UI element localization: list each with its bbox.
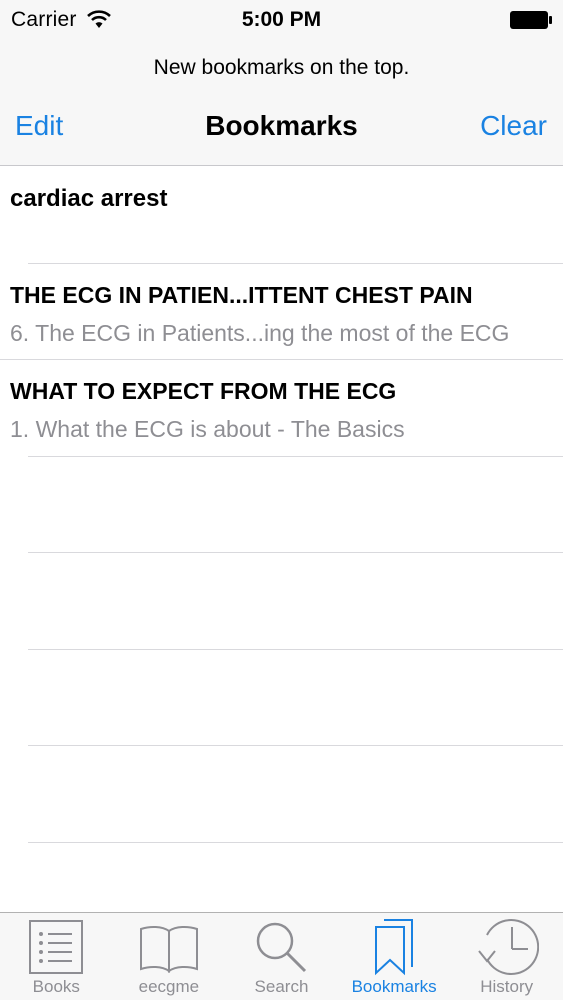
- battery-icon: [509, 10, 553, 30]
- book-icon: [139, 925, 198, 973]
- tab-search[interactable]: Search: [225, 913, 338, 1000]
- tab-bar: Books eecgme Search Bookmarks History: [0, 912, 563, 1000]
- status-time: 5:00 PM: [241, 8, 322, 31]
- bookmark-title: WHAT TO EXPECT FROM THE ECG: [10, 378, 397, 404]
- bookmark-row[interactable]: cardiac arrest: [0, 167, 563, 264]
- bookmarks-list: cardiac arrest THE ECG IN PATIEN...ITTEN…: [0, 167, 563, 912]
- bookmark-title: THE ECG IN PATIEN...ITTENT CHEST PAIN: [10, 281, 473, 308]
- tab-history[interactable]: History: [450, 913, 563, 1000]
- tab-eecgme[interactable]: eecgme: [113, 913, 226, 1000]
- bookmark-row[interactable]: THE ECG IN PATIEN...ITTENT CHEST PAIN 6.…: [0, 264, 563, 360]
- clear-button[interactable]: Clear: [480, 110, 547, 142]
- clock-history-icon: [477, 919, 539, 975]
- tab-label: eecgme: [138, 977, 200, 996]
- tab-label: Search: [254, 977, 309, 996]
- navigation-bar: New bookmarks on the top. Edit Bookmarks…: [0, 40, 563, 166]
- bookmark-row[interactable]: WHAT TO EXPECT FROM THE ECG 1. What the …: [0, 360, 563, 457]
- magnifier-icon: [257, 922, 307, 973]
- empty-row: [0, 650, 563, 746]
- tab-bookmarks[interactable]: Bookmarks: [338, 913, 451, 1000]
- tab-books[interactable]: Books: [0, 913, 113, 1000]
- page-title: Bookmarks: [205, 110, 358, 141]
- bookmark-subtitle: 1. What the ECG is about - The Basics: [10, 416, 405, 442]
- tab-label: Bookmarks: [351, 977, 437, 996]
- tab-label: History: [480, 977, 534, 996]
- nav-prompt: New bookmarks on the top.: [153, 56, 410, 79]
- bookmark-subtitle: 6. The ECG in Patients...ing the most of…: [10, 319, 510, 346]
- empty-row: [0, 457, 563, 553]
- empty-row: [0, 746, 563, 843]
- empty-row: [0, 553, 563, 650]
- bookmark-title: cardiac arrest: [10, 185, 168, 212]
- list-icon: [29, 920, 84, 974]
- bookmarks-icon: [375, 919, 414, 976]
- row-separator: [28, 841, 563, 843]
- tab-label: Books: [32, 977, 80, 996]
- status-bar: Carrier 5:00 PM: [0, 0, 563, 40]
